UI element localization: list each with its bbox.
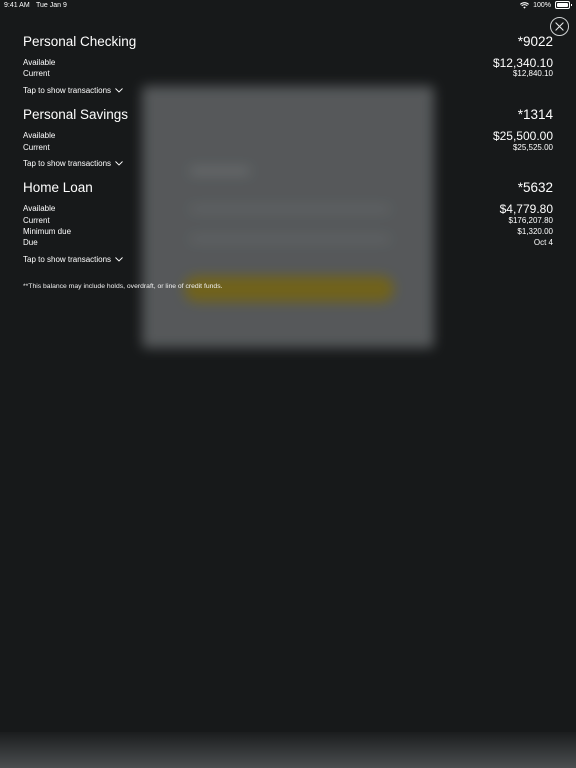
account-savings: Personal Savings *1314 Available $25,500… (23, 107, 553, 171)
balance-row-due-date: Due Oct 4 (23, 237, 553, 248)
account-number: *5632 (517, 180, 553, 196)
balance-value: $176,207.80 (508, 215, 554, 225)
show-transactions-label: Tap to show transactions (23, 159, 112, 169)
battery-percent: 100% (533, 1, 551, 9)
balance-row-minimum-due: Minimum due $1,320.00 (23, 226, 553, 237)
status-right: 100% (520, 1, 572, 9)
balance-label: Current (23, 69, 50, 79)
bottom-haze (0, 732, 576, 768)
balance-value: $25,500.00 (492, 128, 553, 143)
status-bar: 9:41 AM Tue Jan 9 100% (0, 0, 576, 12)
balance-row-available: Available $25,500.00 (23, 128, 553, 143)
balance-value: $12,340.10 (492, 55, 553, 70)
account-checking: Personal Checking *9022 Available $12,34… (23, 34, 553, 98)
show-transactions-label: Tap to show transactions (23, 86, 112, 96)
show-transactions-toggle[interactable]: Tap to show transactions (23, 84, 123, 98)
balance-label: Minimum due (23, 226, 72, 236)
balance-row-current: Current $176,207.80 (23, 214, 553, 225)
balance-label: Available (23, 204, 56, 214)
show-transactions-toggle[interactable]: Tap to show transactions (23, 252, 123, 266)
account-number: *1314 (517, 107, 553, 123)
chevron-down-icon (115, 88, 123, 93)
status-date: Tue Jan 9 (36, 2, 67, 9)
balance-label: Current (23, 215, 50, 225)
balance-label: Available (23, 131, 56, 141)
account-home-loan: Home Loan *5632 Available $4,779.80 Curr… (23, 180, 553, 267)
balance-value: Oct 4 (533, 238, 553, 248)
balance-row-available: Available $12,340.10 (23, 55, 553, 70)
wifi-icon (520, 1, 530, 9)
show-transactions-toggle[interactable]: Tap to show transactions (23, 157, 123, 171)
balance-footnote: **This balance may include holds, overdr… (23, 282, 223, 290)
account-number: *9022 (517, 34, 553, 49)
chevron-down-icon (115, 161, 123, 166)
accounts-list: Personal Checking *9022 Available $12,34… (23, 34, 553, 290)
balance-row-current: Current $25,525.00 (23, 141, 553, 152)
balance-value: $12,840.10 (512, 69, 553, 79)
balance-value: $4,779.80 (499, 201, 553, 216)
balance-value: $1,320.00 (517, 226, 553, 236)
balance-label: Due (23, 238, 38, 248)
account-name: Home Loan (23, 180, 93, 196)
balance-value: $25,525.00 (512, 142, 553, 152)
status-time: 9:41 AM (4, 2, 30, 9)
balance-label: Available (23, 58, 56, 68)
battery-icon (555, 1, 572, 9)
balance-row-current: Current $12,840.10 (23, 68, 553, 79)
close-icon (555, 22, 564, 31)
show-transactions-label: Tap to show transactions (23, 254, 112, 264)
balance-label: Current (23, 142, 50, 152)
balance-row-available: Available $4,779.80 (23, 201, 553, 216)
account-name: Personal Checking (23, 34, 137, 49)
chevron-down-icon (115, 257, 123, 262)
account-name: Personal Savings (23, 107, 129, 123)
